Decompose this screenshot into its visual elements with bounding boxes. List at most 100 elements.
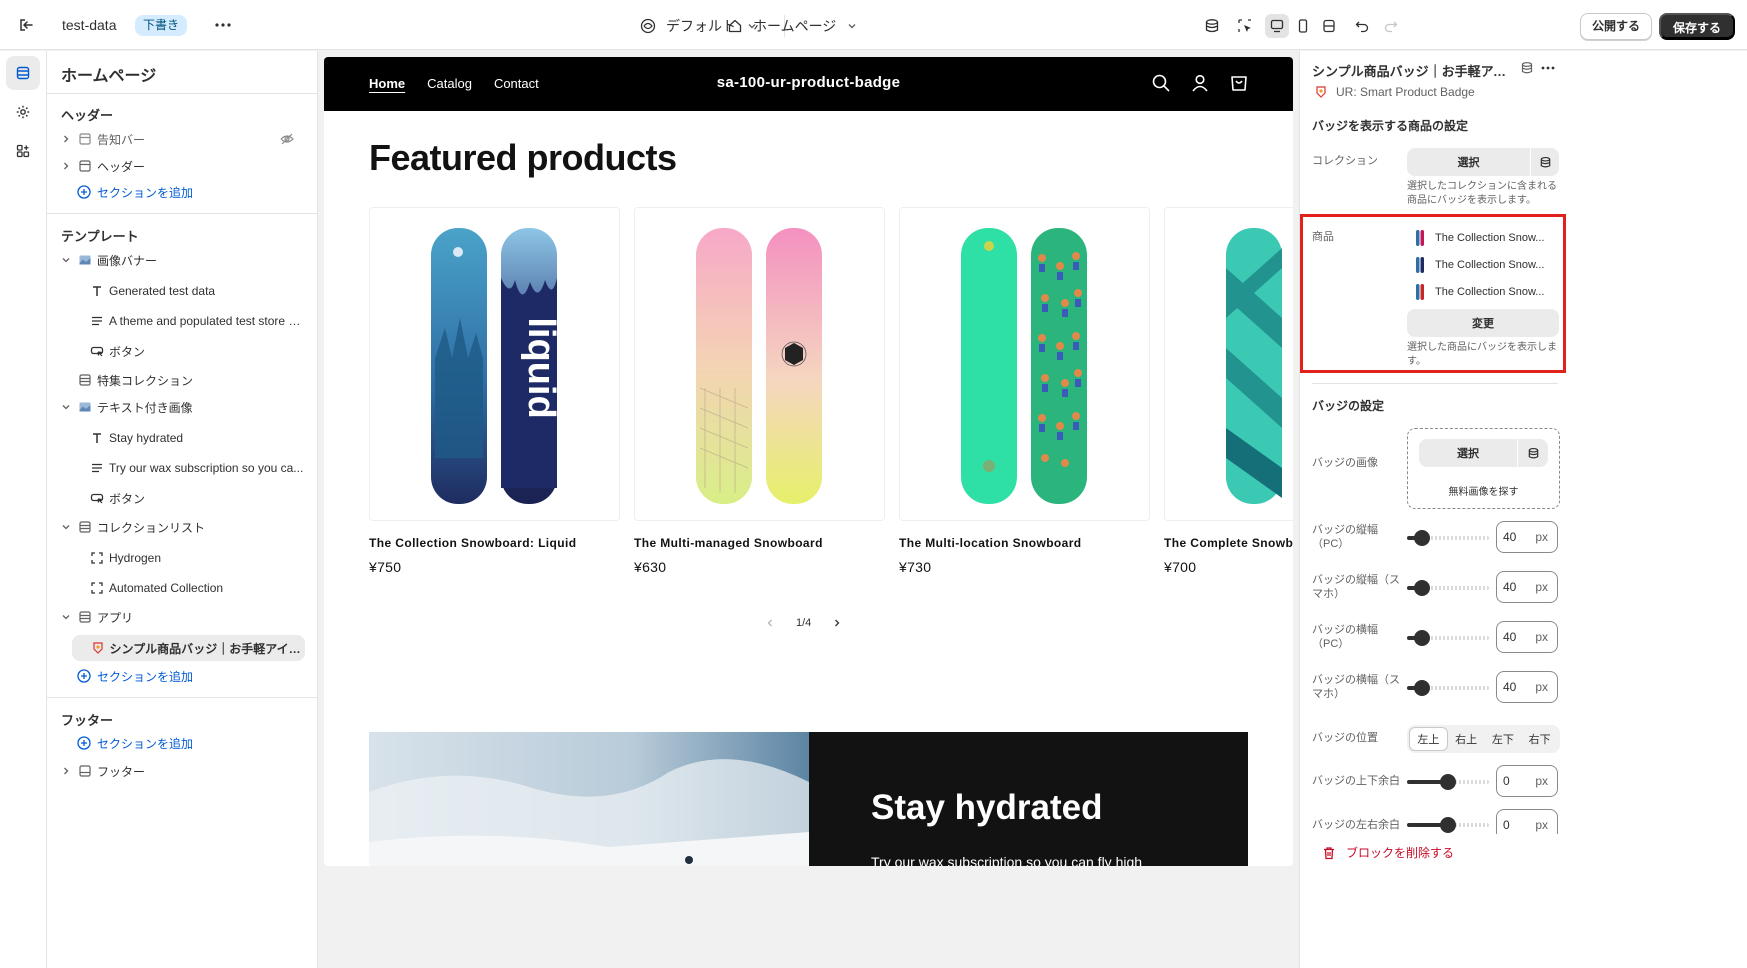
find-free-images-link[interactable]: 無料画像を探す [1408,483,1559,498]
more-icon[interactable] [212,15,234,35]
slider-knob[interactable] [1414,530,1430,546]
tree-item-block[interactable]: Automated Collection [89,575,305,601]
badge-width-sp-slider[interactable] [1407,680,1489,696]
slider-knob[interactable] [1414,580,1430,596]
change-products-button[interactable]: 変更 [1407,309,1559,337]
badge-height-pc-input[interactable]: 40 px [1496,521,1558,553]
publish-button[interactable]: 公開する [1580,13,1653,40]
chevron-down-icon[interactable] [59,520,73,534]
badge-width-pc-input[interactable]: 40 px [1496,621,1558,653]
slider-knob[interactable] [1440,817,1456,833]
tree-item-block[interactable]: Hydrogen [89,545,305,571]
tree-item-block[interactable]: ボタン [89,338,305,364]
tree-item-featured-collection[interactable]: 特集コレクション [59,367,305,393]
selected-product-item[interactable]: The Collection Snow... [1407,252,1559,278]
tree-item-label: 告知バー [97,132,146,147]
horizontal-margin-slider[interactable] [1407,817,1489,833]
tree-item-announcement-bar[interactable]: 告知バー [59,126,305,152]
apps-icon[interactable] [6,134,40,168]
position-top-right[interactable]: 右上 [1448,727,1485,751]
badge-image-source-button[interactable] [1518,439,1548,467]
cart-icon[interactable] [1229,73,1249,93]
badge-width-pc-slider[interactable] [1407,630,1489,646]
tree-item-label: Try our wax subscription so you ca... [109,461,304,475]
collection-source-button[interactable] [1531,148,1559,176]
slider-knob[interactable] [1414,630,1430,646]
selected-product-item[interactable]: The Collection Snow... [1407,225,1559,251]
product-card[interactable] [899,207,1150,521]
home-icon [727,18,743,34]
hidden-eye-icon[interactable] [279,131,295,150]
exit-icon[interactable] [16,15,36,35]
selected-product-item[interactable]: The Collection Snow... [1407,279,1559,305]
input-value: 40 [1503,530,1517,544]
badge-image-select-button[interactable]: 選択 [1419,439,1517,467]
tree-item-block[interactable]: Generated test data [89,278,305,304]
product-card[interactable] [1164,207,1293,521]
database-icon[interactable] [1520,61,1534,75]
page-counter: 1/4 [796,617,812,629]
badge-width-sp-input[interactable]: 40 px [1496,671,1558,703]
more-icon[interactable] [1540,60,1556,76]
vertical-margin-input[interactable]: 0 px [1496,765,1558,797]
tree-item-block[interactable]: Stay hydrated [89,425,305,451]
fullscreen-icon[interactable] [1317,14,1341,38]
chevron-right-icon[interactable] [831,617,843,629]
add-section-button[interactable]: セクションを追加 [77,665,193,687]
chevron-down-icon[interactable] [59,610,73,624]
tree-item-block[interactable]: ボタン [89,485,305,511]
add-section-button[interactable]: セクションを追加 [77,732,193,754]
sections-icon[interactable] [6,56,40,90]
tree-item-footer[interactable]: フッター [59,758,305,784]
input-unit: px [1535,774,1548,788]
chevron-right-icon[interactable] [59,764,73,778]
tree-item-collection-list[interactable]: コレクションリスト [59,514,305,540]
undo-icon[interactable] [1350,14,1374,38]
product-title[interactable]: The Multi-location Snowboard [899,536,1082,550]
product-card[interactable] [634,207,885,521]
tree-item-header[interactable]: ヘッダー [59,153,305,179]
position-bottom-left[interactable]: 左下 [1485,727,1522,751]
tree-item-block[interactable]: Try our wax subscription so you ca... [89,455,305,481]
svg-text:liquid: liquid [520,317,562,418]
product-name: The Collection Snow... [1435,286,1545,298]
tree-item-apps[interactable]: アプリ [59,604,305,630]
chevron-down-icon[interactable] [59,253,73,267]
save-button[interactable]: 保存する [1659,13,1736,40]
add-section-button[interactable]: セクションを追加 [77,181,193,203]
settings-icon[interactable] [6,95,40,129]
account-icon[interactable] [1190,73,1210,93]
inspector-icon[interactable] [1233,14,1257,38]
store-brand[interactable]: sa-100-ur-product-badge [324,74,1293,91]
position-top-left[interactable]: 左上 [1409,727,1448,751]
collection-select-button[interactable]: 選択 [1407,148,1530,176]
slider-knob[interactable] [1440,774,1456,790]
image-icon [77,252,93,268]
badge-settings-heading: バッジの設定 [1312,399,1385,413]
tree-item-image-with-text[interactable]: テキスト付き画像 [59,394,305,420]
badge-height-sp-slider[interactable] [1407,580,1489,596]
search-icon[interactable] [1151,73,1171,93]
tree-item-image-banner[interactable]: 画像バナー [59,247,305,273]
chevron-right-icon[interactable] [59,132,73,146]
page-selector[interactable]: ホームページ [727,13,858,39]
badge-height-sp-input[interactable]: 40 px [1496,571,1558,603]
redo-icon[interactable] [1379,14,1403,38]
chevron-right-icon[interactable] [59,159,73,173]
tree-item-app-block-selected[interactable]: シンプル商品バッジ｜お手軽アイコ... [72,635,305,661]
slider-knob[interactable] [1414,680,1430,696]
product-title[interactable]: The Collection Snowboard: Liquid [369,536,576,550]
delete-block-button[interactable]: ブロックを削除する [1300,834,1747,870]
product-card[interactable]: liquid [369,207,620,521]
badge-height-pc-slider[interactable] [1407,530,1489,546]
database-icon[interactable] [1200,14,1224,38]
chevron-left-icon[interactable] [764,617,776,629]
product-title[interactable]: The Complete Snowboard [1164,536,1293,550]
position-bottom-right[interactable]: 右下 [1521,727,1558,751]
vertical-margin-slider[interactable] [1407,774,1489,790]
desktop-view-icon[interactable] [1265,14,1289,38]
product-title[interactable]: The Multi-managed Snowboard [634,536,823,550]
chevron-down-icon[interactable] [59,400,73,414]
mobile-view-icon[interactable] [1291,14,1315,38]
tree-item-block[interactable]: A theme and populated test store b... [89,308,305,334]
